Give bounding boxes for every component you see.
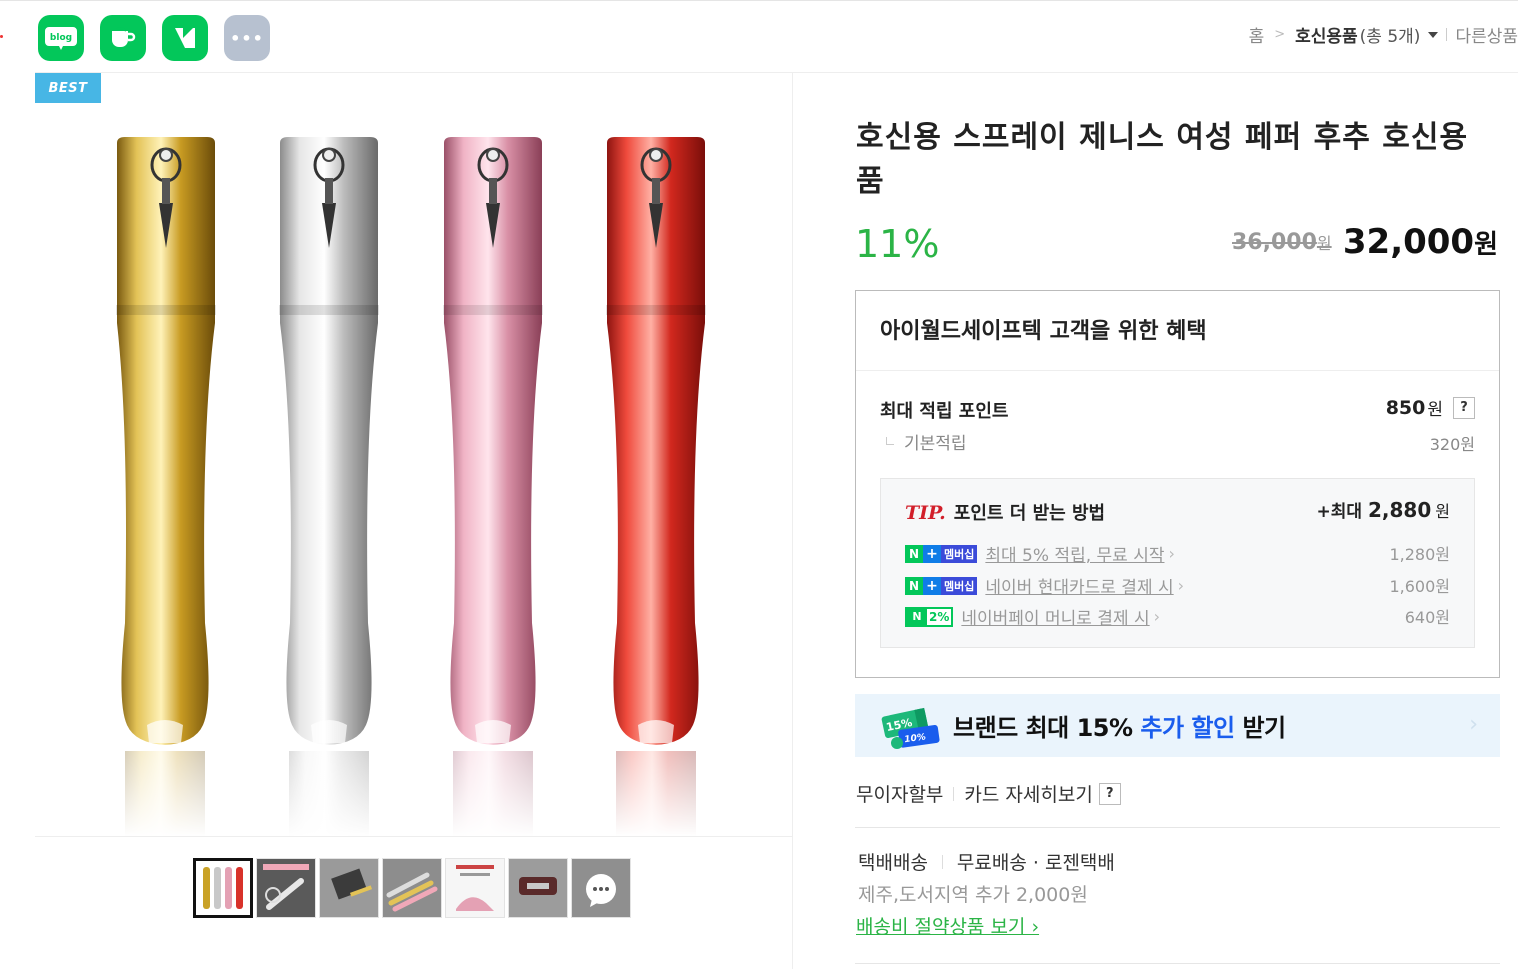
breadcrumb-count: (총 5개) xyxy=(1359,27,1421,47)
tip-box: TIP. 포인트 더 받는 방법 +최대 2,880 원 N + 멤버십 최대 5% … xyxy=(880,478,1475,648)
sub-item-corner-icon xyxy=(886,437,894,445)
chevron-right-icon: › xyxy=(1469,712,1478,737)
sale-price: 32,000원 xyxy=(1342,222,1498,262)
shipping-saving-link[interactable]: 배송비 절약상품 보기 › xyxy=(856,912,1039,939)
divider xyxy=(941,854,943,869)
band-icon xyxy=(175,28,195,48)
tip-row-membership[interactable]: N + 멤버십 최대 5% 적립, 무료 시작 › xyxy=(905,541,1175,566)
best-badge: BEST xyxy=(35,73,101,103)
coupon-icon: 15% 10% xyxy=(881,707,940,749)
naver-plus-membership-badge: N + 멤버십 xyxy=(905,544,978,563)
thumbnail-more-reviews[interactable] xyxy=(571,858,631,918)
breadcrumb-home[interactable]: 홈 xyxy=(1249,22,1265,47)
original-price: 36,000원 xyxy=(1232,230,1332,255)
help-icon[interactable]: ? xyxy=(1098,782,1121,805)
breadcrumb-current[interactable]: 호신용품 xyxy=(1295,22,1358,47)
band-share-button[interactable] xyxy=(162,15,208,61)
marker-dot xyxy=(0,35,3,38)
brand-coupon-text: 브랜드 최대 15% 추가 할인 받기 xyxy=(953,714,1286,742)
divider xyxy=(953,786,955,801)
basic-point-value: 320원 xyxy=(1429,435,1475,454)
more-icon: ••• xyxy=(230,28,264,48)
installment-row: 무이자할부 카드 자세히보기 ? xyxy=(856,780,1121,807)
other-products-link[interactable]: 다른상품 xyxy=(1455,22,1518,47)
product-title: 호신용 스프레이 제니스 여성 페퍼 후추 호신용품 xyxy=(856,120,1469,199)
blog-share-button[interactable]: blog xyxy=(38,15,84,61)
blog-icon: blog xyxy=(45,27,77,50)
max-point-value: 850 원 ? xyxy=(1386,395,1475,420)
basic-point-label: 기본적립 xyxy=(886,429,967,454)
chevron-right-icon: › xyxy=(1177,576,1185,595)
breadcrumb-separator-icon: > xyxy=(1274,27,1286,42)
help-icon[interactable]: ? xyxy=(1453,396,1475,419)
benefit-box: 아이월드세이프텍 고객을 위한 혜택 최대 적립 포인트 850 원 ? 기본적립… xyxy=(855,290,1500,678)
discount-rate: 11% xyxy=(855,222,940,266)
max-point-label: 최대 적립 포인트 xyxy=(880,401,1009,422)
shipping-row: 택배배송 무료배송 · 로젠택배 xyxy=(858,848,1115,875)
thumbnail-3[interactable] xyxy=(319,858,379,918)
caret-down-icon[interactable] xyxy=(1428,31,1439,38)
installment-label: 무이자할부 xyxy=(856,784,944,806)
divider xyxy=(1446,28,1448,41)
tip-row-card[interactable]: N + 멤버십 네이버 현대카드로 결제 시 › xyxy=(905,573,1184,598)
tip-row-value: 1,600원 xyxy=(1389,577,1450,596)
chevron-right-icon: › xyxy=(1153,607,1161,626)
top-border xyxy=(0,0,1518,1)
reflection xyxy=(35,751,792,836)
image-divider xyxy=(35,836,792,837)
tip-heading: TIP. 포인트 더 받는 방법 xyxy=(905,502,1106,524)
thumbnail-4[interactable] xyxy=(382,858,442,918)
tip-row-value: 640원 xyxy=(1404,608,1450,627)
brand-coupon-banner[interactable]: 15% 10% 브랜드 최대 15% 추가 할인 받기 › xyxy=(855,694,1500,757)
shipping-detail: 무료배송 · 로젠택배 xyxy=(956,852,1115,874)
chevron-right-icon: › xyxy=(1168,544,1175,563)
spray-red xyxy=(606,137,706,745)
naverpay-badge: N 2% xyxy=(905,606,954,627)
header-divider xyxy=(35,72,1518,73)
cafe-cup-icon xyxy=(112,27,136,47)
tip-logo: TIP. xyxy=(905,502,946,524)
thumbnail-6[interactable] xyxy=(508,858,568,918)
spray-pink xyxy=(443,137,543,745)
section-divider xyxy=(855,827,1500,828)
column-divider xyxy=(792,73,793,969)
spray-gold xyxy=(116,137,216,745)
tip-max-value: +최대 2,880 원 xyxy=(1316,498,1450,522)
shipping-extra-fee: 제주,도서지역 추가 2,000원 xyxy=(858,884,1088,906)
spray-silver xyxy=(279,137,379,745)
card-details-link[interactable]: 카드 자세히보기 xyxy=(964,780,1092,807)
naver-plus-membership-badge: N + 멤버십 xyxy=(905,576,978,595)
product-main-image[interactable] xyxy=(35,103,792,836)
share-bar: blog ••• xyxy=(38,15,270,61)
thumbnail-5[interactable] xyxy=(445,858,505,918)
svg-text:blog: blog xyxy=(50,33,72,43)
section-divider xyxy=(855,963,1500,964)
tip-row-value: 1,280원 xyxy=(1389,545,1450,564)
thumbnail-1[interactable] xyxy=(193,858,253,918)
thumbnail-strip xyxy=(193,858,631,918)
shipping-method: 택배배송 xyxy=(858,852,928,874)
thumbnail-2[interactable] xyxy=(256,858,316,918)
benefit-heading: 아이월드세이프텍 고객을 위한 혜택 xyxy=(856,291,1499,371)
cafe-share-button[interactable] xyxy=(100,15,146,61)
tip-row-naverpay[interactable]: N 2% 네이버페이 머니로 결제 시 › xyxy=(905,604,1160,629)
more-share-button[interactable]: ••• xyxy=(224,15,270,61)
breadcrumb: 홈 > 호신용품 (총 5개) 다른상품 xyxy=(1249,22,1518,47)
